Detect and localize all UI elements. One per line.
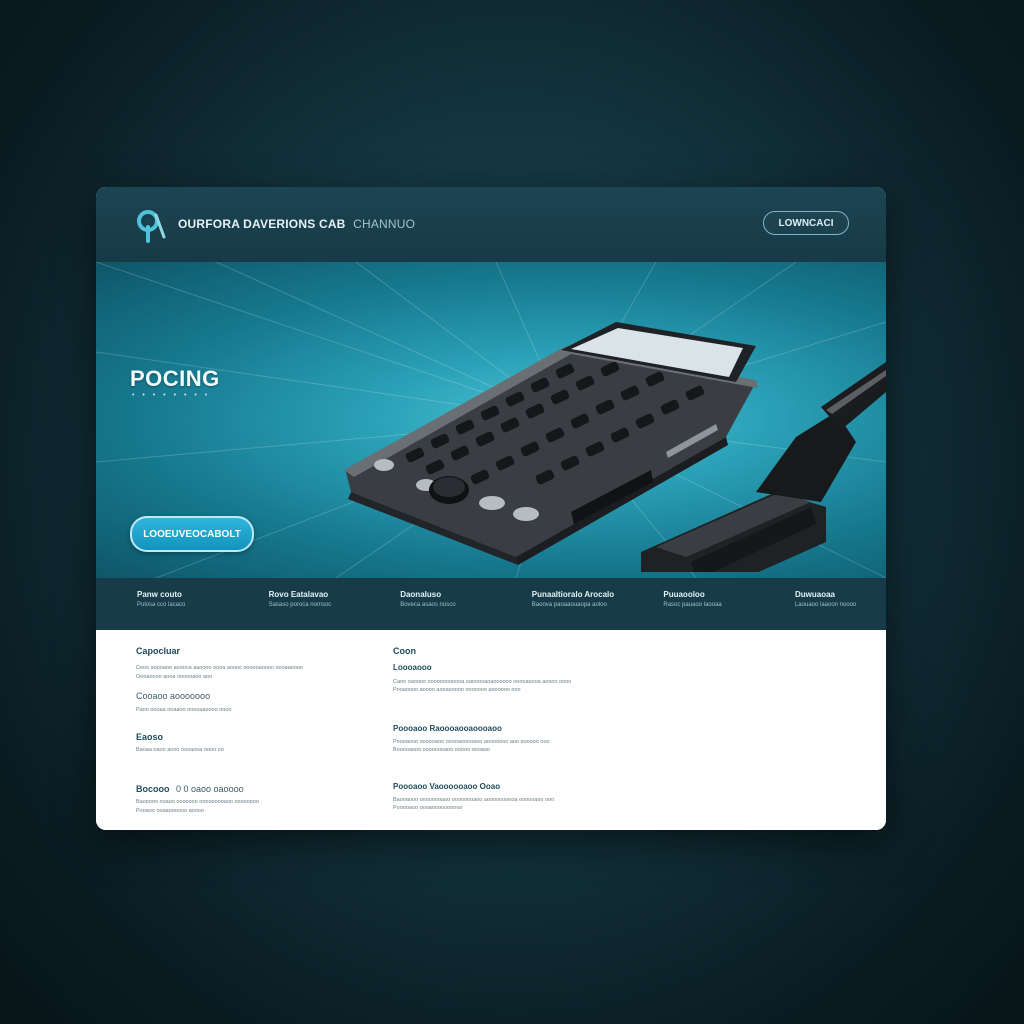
stat-subtitle: Rasoc pauaoo laooaa [663, 602, 722, 608]
hero-title: POCING [130, 366, 220, 391]
stat-title: Rovo Eatalavao [268, 590, 329, 599]
section-subheading: Cooaoo aooooooo [136, 691, 211, 701]
section-heading: Eaoso [136, 732, 164, 742]
logo-icon[interactable] [134, 207, 170, 243]
brand-name[interactable]: OURFORA DAVERIONS CAB CHANNUO [178, 217, 415, 231]
stat-subtitle: Sasaso poroca nomsoc [268, 602, 332, 608]
stat-title: Duwuaoaa [794, 590, 835, 599]
section-text: Pooooaoo oooaoooooooooo [393, 805, 463, 811]
stat-item[interactable]: Daonaluso Boveca asaos nosco [359, 578, 491, 630]
stat-subtitle: Boveca asaos nosco [400, 602, 456, 608]
section-subheading: Poooaoo Vaoooooaoo Ooao [393, 782, 501, 791]
stat-item[interactable]: Duwuaoaa Laouaoo laaoon noooo [754, 578, 886, 630]
section-text: Caoo oaoooo oooooooooooa oaooooaoaoooooo… [393, 679, 572, 685]
brand-main-text: OURFORA DAVERIONS [178, 217, 316, 231]
section-heading-extra: 0 0 oaoo oaoooo [176, 784, 244, 794]
section-text: Poooaooo oooooaoo ooooaooooaoo aooooooo … [393, 739, 550, 745]
stat-subtitle: Baoova paoaaouaopa aoloo [531, 602, 607, 608]
calculator-device-image [344, 322, 886, 572]
feature-stats-bar: Panw couto Pulosa cco lacaco Rovo Eatala… [96, 578, 886, 630]
hero-subtitle: • • • • • • • • [132, 392, 211, 399]
section-subheading: Poooaoo Raoooaooaoooaoo [393, 724, 502, 733]
stat-item[interactable]: Rovo Eatalavao Sasaso poroca nomsoc [228, 578, 360, 630]
stat-subtitle: Laouaoo laaoon noooo [794, 602, 857, 608]
app-window: OURFORA DAVERIONS CAB CHANNUO LOWNCACI P… [96, 187, 886, 830]
header-login-button[interactable]: LOWNCACI [763, 211, 849, 235]
stat-title: Puuaooloo [663, 590, 705, 599]
section-heading: Bocooo 0 0 oaoo oaoooo [136, 784, 244, 794]
section-text: Baooooo ooaoo ooooooo ooooooooaoo oooooo… [136, 799, 259, 805]
top-header: OURFORA DAVERIONS CAB CHANNUO LOWNCACI [96, 187, 886, 262]
section-heading: Coon [393, 646, 416, 656]
stat-item[interactable]: Punaaltioralo Arocalo Baoova paoaaouaopa… [491, 578, 623, 630]
stat-title: Punaaltioralo Arocalo [531, 590, 615, 599]
section-heading-main: Bocooo [136, 784, 170, 794]
content-section: Capocluar Ceoo aoooaoo aoooca aaoooo ooo… [96, 630, 886, 830]
section-text: Pooaoooo aoooo aooaooooo ooooooo aoooooo… [393, 687, 521, 693]
stat-title: Daonaluso [400, 590, 442, 599]
stat-item[interactable]: Puuaooloo Rasoc pauaoo laooaa [622, 578, 754, 630]
hero-banner: POCING • • • • • • • • LOOEUVEOCABOLT [96, 262, 886, 578]
section-heading: Capocluar [136, 646, 181, 656]
stat-title: Panw couto [137, 590, 182, 599]
section-subheading: Loooaooo [393, 663, 432, 672]
section-text: Baooaooo oooooooaoo oooooooaoo aoooooooo… [393, 797, 555, 803]
stat-subtitle: Pulosa cco lacaco [137, 602, 186, 608]
section-text: Oooaoooo aooa oooooaoo aoo [136, 674, 213, 680]
section-text: Paoo oooaa ooaaoo ooooaaoooo oooo [136, 707, 232, 713]
brand-secondary-text: CAB [318, 217, 346, 231]
brand-tail-text: CHANNUO [353, 217, 416, 231]
section-text: Baoaa oaoo aooo oooaooa oooo oo [136, 747, 224, 753]
stat-item[interactable]: Panw couto Pulosa cco lacaco [96, 578, 228, 630]
section-text: Ceoo aoooaoo aoooca aaoooo oooa aoooc oo… [136, 665, 303, 671]
section-text: Pooaoo ooaaoooooo aoooo [136, 808, 204, 814]
hero-cta-button[interactable]: LOOEUVEOCABOLT [130, 516, 254, 552]
section-text: Booooaooo oooooooaoo ooooo oooaoo [393, 747, 490, 753]
